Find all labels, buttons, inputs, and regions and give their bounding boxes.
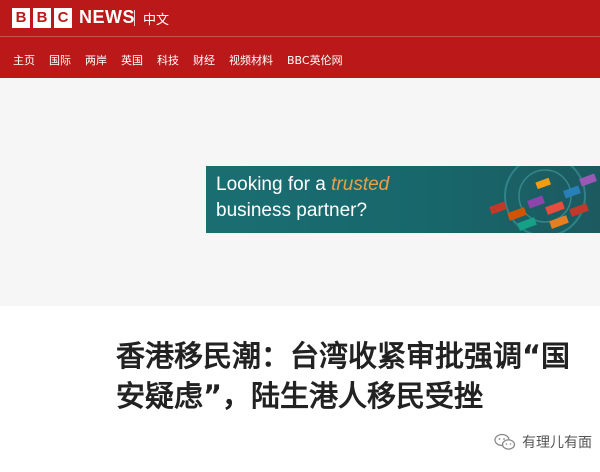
nav-item-video[interactable]: 视频材料 — [229, 52, 273, 68]
ad-artwork — [489, 166, 597, 233]
nav-item-tech[interactable]: 科技 — [157, 52, 179, 68]
logo-letter: C — [54, 8, 72, 28]
logo-letter: B — [33, 8, 51, 28]
nav-item-home[interactable]: 主页 — [13, 52, 35, 68]
header-divider — [134, 10, 135, 26]
headline-text: 香港移民潮：台湾收紧审批强调“国安疑虑”，陆生港人移民受挫 — [116, 339, 571, 413]
watermark-text: 有理儿有面 — [522, 435, 592, 451]
ad-banner[interactable]: Looking for a trusted business partner? — [206, 166, 600, 233]
logo-letter: B — [12, 8, 30, 28]
brand-news[interactable]: NEWS — [79, 7, 135, 28]
nav-item-bbc-uk[interactable]: BBC英伦网 — [287, 52, 343, 68]
nav-item-uk[interactable]: 英国 — [121, 52, 143, 68]
wechat-icon — [494, 433, 516, 450]
ad-headline-line1: Looking for a trusted — [216, 174, 389, 196]
ad-text-prefix: Looking for a — [216, 174, 326, 195]
nav-item-finance[interactable]: 财经 — [193, 52, 215, 68]
ad-text-highlight: trusted — [331, 174, 390, 195]
watermark: 有理儿有面 — [494, 432, 592, 452]
nav-bar: 主页 国际 两岸 英国 科技 财经 视频材料 BBC英伦网 — [0, 36, 600, 78]
ad-headline-line2: business partner? — [216, 200, 368, 221]
top-bar: B B C NEWS 中文 — [0, 0, 600, 36]
nav-item-cross-strait[interactable]: 两岸 — [85, 52, 107, 68]
nav-item-international[interactable]: 国际 — [49, 52, 71, 68]
language-label[interactable]: 中文 — [143, 9, 169, 28]
bbc-logo[interactable]: B B C — [12, 8, 72, 28]
article-headline[interactable]: 香港移民潮：台湾收紧审批强调“国安疑虑”，陆生港人移民受挫 — [116, 336, 576, 416]
